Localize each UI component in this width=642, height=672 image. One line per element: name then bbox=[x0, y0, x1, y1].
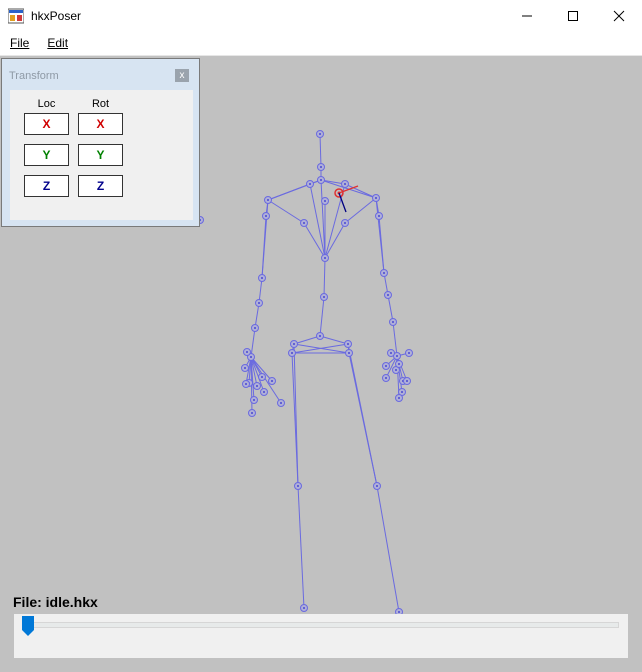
joint-center bbox=[344, 222, 346, 224]
joint-center bbox=[254, 327, 256, 329]
menu-file[interactable]: File bbox=[2, 36, 37, 50]
joint-center bbox=[323, 296, 325, 298]
minimize-button[interactable] bbox=[504, 0, 550, 31]
rot-label: Rot bbox=[91, 98, 110, 110]
joint-center bbox=[303, 607, 305, 609]
joint-center bbox=[246, 351, 248, 353]
bone bbox=[375, 197, 385, 274]
joint-center bbox=[256, 385, 258, 387]
bone bbox=[344, 197, 377, 224]
bone bbox=[323, 257, 326, 298]
slider-groove bbox=[23, 622, 619, 628]
joint-center bbox=[387, 294, 389, 296]
bone bbox=[376, 485, 400, 613]
joint-center bbox=[271, 380, 273, 382]
joint-center bbox=[303, 222, 305, 224]
rot-z-button[interactable]: Z bbox=[78, 175, 123, 197]
close-icon bbox=[613, 10, 625, 21]
joint-center bbox=[406, 380, 408, 382]
bone bbox=[319, 335, 349, 345]
joint-center bbox=[319, 133, 321, 135]
rot-y-button[interactable]: Y bbox=[78, 144, 123, 166]
timeline-slider[interactable] bbox=[14, 614, 628, 658]
close-button[interactable] bbox=[596, 0, 642, 31]
loc-z-button[interactable]: Z bbox=[24, 175, 69, 197]
panel-title: Transform bbox=[9, 70, 59, 82]
bone bbox=[344, 183, 377, 199]
joint-center bbox=[250, 356, 252, 358]
joint-center bbox=[408, 352, 410, 354]
menu-edit[interactable]: Edit bbox=[39, 36, 76, 50]
window-controls bbox=[504, 0, 642, 31]
title-bar[interactable]: hkxPoser bbox=[0, 0, 642, 31]
menu-bar: File Edit bbox=[0, 31, 642, 56]
bone bbox=[293, 335, 321, 345]
bone bbox=[387, 294, 394, 323]
bone bbox=[250, 327, 256, 358]
panel-close-button[interactable]: x bbox=[175, 69, 189, 82]
bone bbox=[267, 199, 305, 224]
window-title: hkxPoser bbox=[31, 8, 82, 23]
minimize-icon bbox=[522, 15, 532, 16]
menu-edit-label: Edit bbox=[47, 36, 69, 50]
joint-center bbox=[344, 183, 346, 185]
joint-center bbox=[385, 365, 387, 367]
joint-center bbox=[392, 321, 394, 323]
joint-center bbox=[398, 611, 400, 613]
app-icon bbox=[8, 8, 24, 23]
joint-center bbox=[244, 367, 246, 369]
joint-center bbox=[245, 383, 247, 385]
joint-center bbox=[297, 485, 299, 487]
joint-center bbox=[396, 355, 398, 357]
joint-center bbox=[401, 391, 403, 393]
menu-file-label: File bbox=[10, 36, 30, 50]
joint-center bbox=[398, 397, 400, 399]
bone bbox=[261, 199, 269, 279]
joint-center bbox=[263, 391, 265, 393]
joint-center bbox=[291, 352, 293, 354]
joint-center bbox=[258, 302, 260, 304]
joint-center bbox=[251, 412, 253, 414]
joint-center bbox=[348, 352, 350, 354]
joint-center bbox=[324, 200, 326, 202]
joint-center bbox=[376, 485, 378, 487]
bone bbox=[348, 352, 378, 487]
loc-label: Loc bbox=[37, 98, 56, 110]
joint-center bbox=[390, 352, 392, 354]
joint-center bbox=[267, 199, 269, 201]
joint-center bbox=[319, 335, 321, 337]
joint-center bbox=[375, 197, 377, 199]
bone bbox=[324, 222, 346, 259]
joint-center bbox=[320, 179, 322, 181]
rot-x-button[interactable]: X bbox=[78, 113, 123, 135]
loc-x-button[interactable]: X bbox=[24, 113, 69, 135]
joint-center bbox=[378, 215, 380, 217]
joint-center bbox=[385, 377, 387, 379]
bone bbox=[319, 133, 322, 168]
joint-center bbox=[261, 376, 263, 378]
bone bbox=[297, 485, 305, 609]
slider-thumb[interactable] bbox=[22, 616, 34, 636]
maximize-button[interactable] bbox=[550, 0, 596, 31]
loc-y-button[interactable]: Y bbox=[24, 144, 69, 166]
joint-center bbox=[253, 399, 255, 401]
joint-center bbox=[280, 402, 282, 404]
bone bbox=[319, 296, 325, 337]
joint-center bbox=[398, 363, 400, 365]
transform-panel: Transform x Loc Rot X X Y Y Z Z bbox=[1, 58, 200, 227]
joint-center bbox=[347, 343, 349, 345]
joint-center bbox=[265, 215, 267, 217]
joint-center bbox=[293, 343, 295, 345]
maximize-icon bbox=[568, 10, 578, 21]
joint-center bbox=[395, 369, 397, 371]
file-name-label: File: idle.hkx bbox=[13, 594, 98, 610]
joint-center bbox=[320, 166, 322, 168]
joint-center bbox=[383, 272, 385, 274]
joint-center bbox=[261, 277, 263, 279]
panel-body: Loc Rot X X Y Y Z Z bbox=[10, 90, 193, 220]
joint-center bbox=[324, 257, 326, 259]
joint-center bbox=[309, 183, 311, 185]
